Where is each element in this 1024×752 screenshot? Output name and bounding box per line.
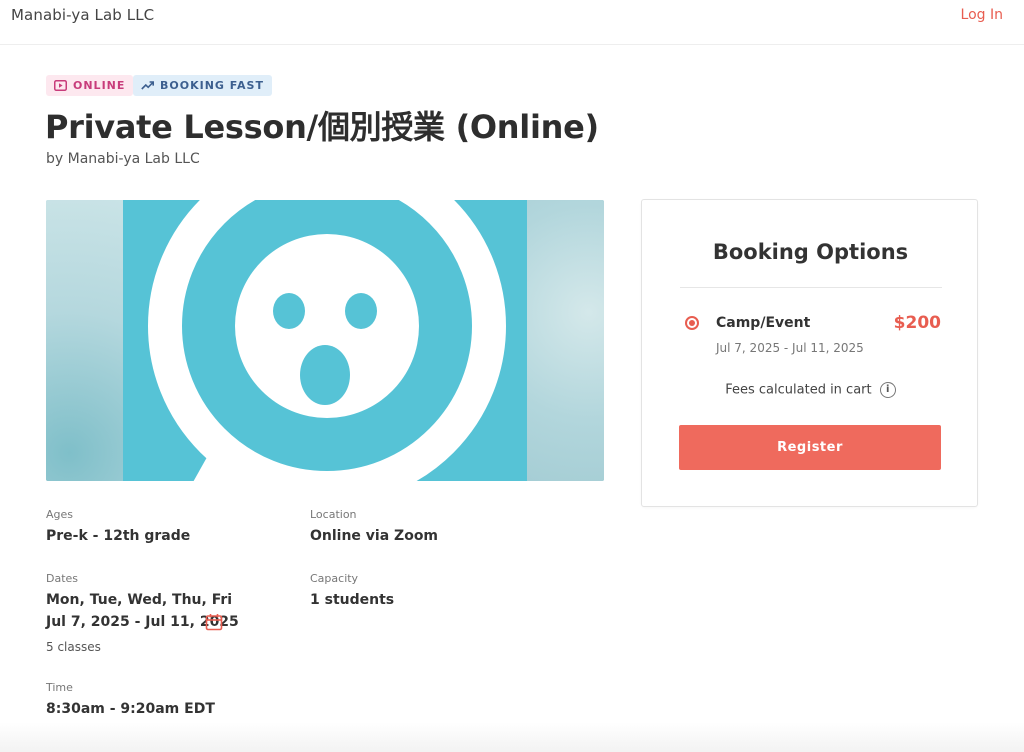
register-button[interactable]: Register	[679, 425, 941, 470]
location-label: Location	[310, 508, 357, 521]
ages-label: Ages	[46, 508, 74, 521]
capacity-value: 1 students	[310, 592, 395, 608]
dates-classes-count: 5 classes	[46, 640, 101, 654]
option-price: $200	[893, 313, 941, 333]
brand-name[interactable]: Manabi-ya Lab LLC	[11, 6, 154, 24]
login-link[interactable]: Log In	[961, 7, 1003, 23]
capacity-label: Capacity	[310, 572, 359, 585]
dates-label: Dates	[46, 572, 79, 585]
time-label: Time	[46, 681, 73, 694]
calendar-icon[interactable]	[205, 613, 223, 631]
fees-note: Fees calculated in cart i	[642, 382, 979, 398]
trending-up-icon	[141, 81, 154, 90]
online-badge: ONLINE	[46, 75, 134, 96]
booking-fast-badge: BOOKING FAST	[133, 75, 272, 96]
listing-hero-image	[46, 200, 604, 481]
option-dates: Jul 7, 2025 - Jul 11, 2025	[716, 341, 864, 355]
booking-fast-label: BOOKING FAST	[160, 79, 264, 92]
video-play-icon	[54, 80, 67, 91]
booking-options-title: Booking Options	[712, 240, 909, 264]
bottom-fade	[0, 722, 1024, 752]
option-name[interactable]: Camp/Event	[716, 315, 810, 331]
hero-blur-left	[46, 200, 123, 481]
ages-value: Pre-k - 12th grade	[46, 528, 191, 544]
hero-center-art	[123, 200, 527, 481]
fees-note-text: Fees calculated in cart	[725, 382, 872, 398]
time-value: 8:30am - 9:20am EDT	[46, 701, 215, 717]
info-icon[interactable]: i	[879, 382, 896, 398]
booking-options-card: Booking Options Camp/Event $200 Jul 7, 2…	[641, 199, 978, 507]
page-title: Private Lesson/個別授業 (Online)	[45, 108, 599, 146]
dates-days: Mon, Tue, Wed, Thu, Fri	[46, 592, 233, 608]
online-badge-label: ONLINE	[73, 79, 126, 92]
top-bar: Manabi-ya Lab LLC Log In	[0, 0, 1024, 45]
surprised-face-logo	[148, 200, 506, 481]
camp-event-radio[interactable]	[685, 316, 699, 330]
location-value: Online via Zoom	[310, 528, 439, 544]
provider-byline: by Manabi-ya Lab LLC	[46, 151, 200, 167]
card-divider	[680, 287, 942, 288]
hero-blur-right	[527, 200, 604, 481]
